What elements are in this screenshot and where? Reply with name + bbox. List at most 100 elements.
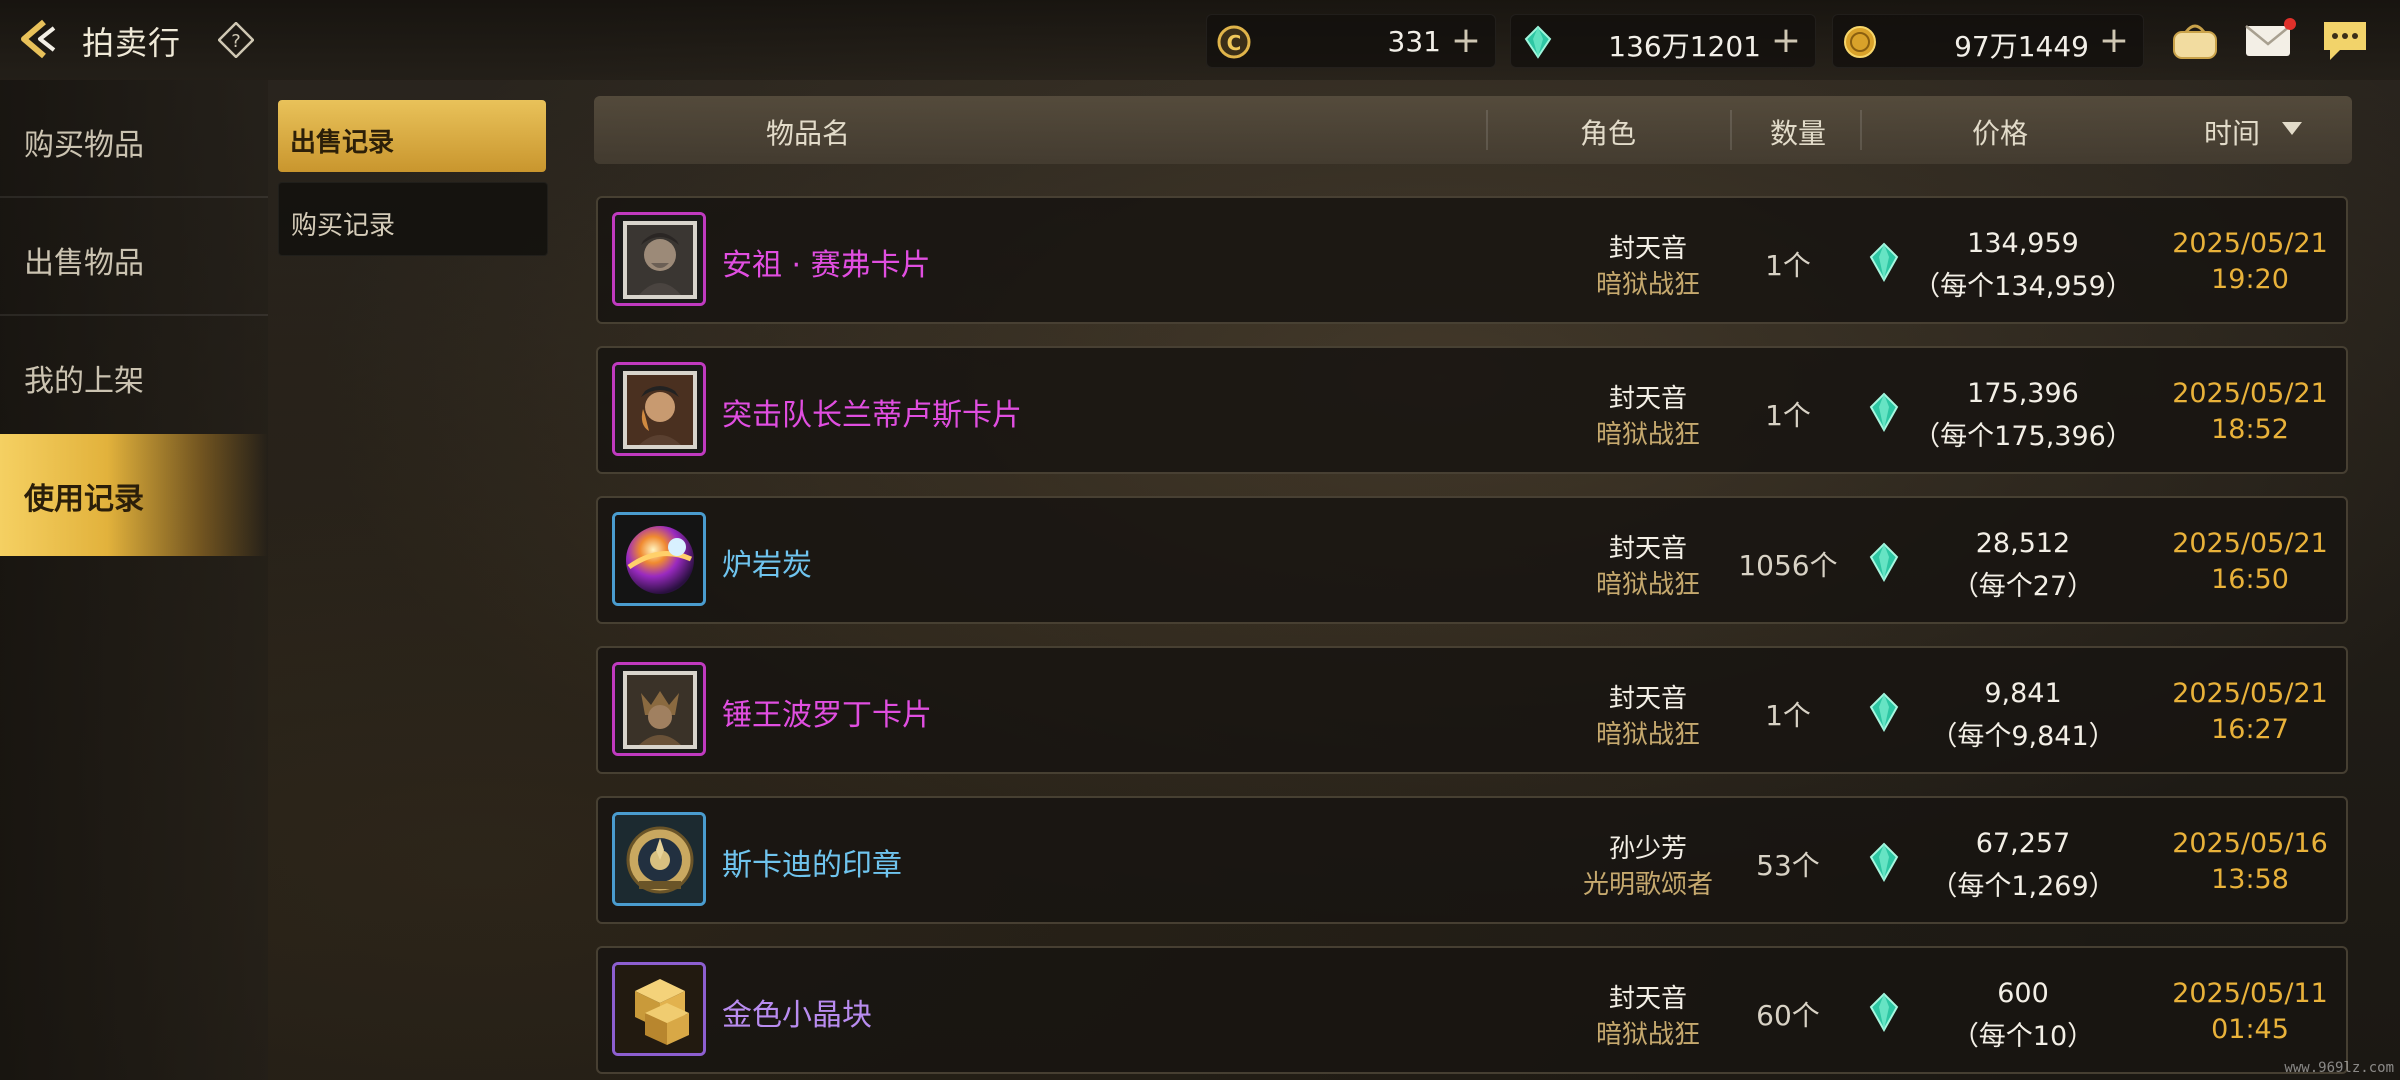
record-date: 2025/05/21 bbox=[2172, 528, 2328, 559]
tab-label: 出售记录 bbox=[290, 128, 395, 158]
item-name: 斯卡迪的印章 bbox=[722, 848, 902, 883]
item-thumbnail-icon[interactable] bbox=[612, 512, 706, 606]
unit-price: （每个10） bbox=[1951, 1021, 2095, 1052]
top-bar: 拍卖行 ? C 331 + 136万1201 + 97万1449 + bbox=[0, 0, 2400, 80]
record-date: 2025/05/21 bbox=[2172, 378, 2328, 409]
column-header-item: 物品名 bbox=[766, 117, 851, 150]
quantity: 60个 bbox=[1756, 999, 1820, 1032]
record-row[interactable]: 炉岩炭 封天音 暗狱战狂 1056个 28,512 （每个27） 2025/05/21 16:… bbox=[596, 496, 2348, 624]
column-divider bbox=[1486, 110, 1488, 150]
record-row[interactable]: 安祖 · 赛弗卡片 封天音暗狱战狂 1个 134,959 （每个134,959） 2025… bbox=[596, 196, 2348, 324]
character-class: 暗狱战狂 bbox=[1595, 420, 1700, 450]
unit-price: （每个9,841） bbox=[1930, 721, 2116, 752]
character-class: 暗狱战狂 bbox=[1595, 720, 1700, 750]
table-header: 物品名 角色 数量 价格 时间 bbox=[594, 96, 2352, 164]
quantity: 1个 bbox=[1765, 699, 1811, 732]
bag-icon[interactable] bbox=[2166, 14, 2224, 66]
item-thumbnail-icon[interactable] bbox=[612, 662, 706, 756]
record-row[interactable]: 金色小晶块 封天音 暗狱战狂 60个 600 （每个10） 2025/05/11 01:45 bbox=[596, 946, 2348, 1074]
record-date: 2025/05/21 bbox=[2172, 228, 2328, 259]
left-nav: 购买物品 出售物品 我的上架 使用记录 bbox=[0, 80, 268, 1080]
unit-price: （每个175,396） bbox=[1913, 421, 2133, 452]
back-arrow-icon[interactable] bbox=[14, 14, 64, 64]
character-name: 孙少芳 bbox=[1608, 834, 1687, 864]
record-time: 13:58 bbox=[2211, 864, 2289, 895]
record-time: 16:50 bbox=[2211, 564, 2289, 595]
nav-label: 使用记录 bbox=[24, 482, 144, 517]
column-header-time[interactable]: 时间 bbox=[2204, 112, 2260, 152]
svg-text:C: C bbox=[1227, 31, 1242, 55]
gold-coin-icon bbox=[1843, 25, 1877, 59]
green-gem-icon bbox=[1868, 692, 1900, 733]
tab-sell-records[interactable]: 出售记录 bbox=[278, 100, 546, 172]
nav-label: 出售物品 bbox=[24, 246, 144, 281]
nav-item-usage-records[interactable]: 使用记录 bbox=[0, 434, 268, 556]
item-thumbnail-icon[interactable] bbox=[612, 812, 706, 906]
item-thumbnail-icon[interactable] bbox=[612, 962, 706, 1056]
record-date: 2025/05/11 bbox=[2172, 978, 2328, 1009]
character-name: 封天音 bbox=[1608, 984, 1687, 1014]
nav-label: 我的上架 bbox=[24, 364, 144, 399]
column-header-role: 角色 bbox=[1580, 117, 1637, 150]
total-price: 175,396 bbox=[1967, 378, 2079, 409]
tab-label: 购买记录 bbox=[291, 211, 396, 241]
unit-price: （每个134,959） bbox=[1913, 271, 2133, 302]
total-price: 67,257 bbox=[1975, 828, 2071, 859]
character-name: 封天音 bbox=[1608, 384, 1687, 414]
add-gem-button[interactable]: + bbox=[1771, 21, 1801, 61]
nav-item-buy[interactable]: 购买物品 bbox=[0, 80, 268, 198]
currency-gem: 136万1201 + bbox=[1510, 14, 1816, 68]
column-header-price: 价格 bbox=[1972, 117, 2029, 150]
character-name: 封天音 bbox=[1608, 534, 1687, 564]
tab-buy-records[interactable]: 购买记录 bbox=[278, 182, 548, 256]
currency-gold: 97万1449 + bbox=[1832, 14, 2144, 68]
character-class: 光明歌颂者 bbox=[1582, 870, 1713, 900]
total-price: 134,959 bbox=[1967, 228, 2079, 259]
green-gem-icon bbox=[1868, 542, 1900, 583]
currency-value: 136万1201 bbox=[1608, 30, 1761, 63]
add-gold-button[interactable]: + bbox=[2099, 21, 2129, 61]
item-thumbnail-icon[interactable] bbox=[612, 212, 706, 306]
record-date: 2025/05/16 bbox=[2172, 828, 2328, 859]
unit-price: （每个27） bbox=[1951, 571, 2095, 602]
record-row[interactable]: 锤王波罗丁卡片 封天音 暗狱战狂 1个 9,841 （每个9,841） 2025/05/21… bbox=[596, 646, 2348, 774]
currency-value: 97万1449 bbox=[1954, 30, 2089, 63]
quantity: 1个 bbox=[1765, 399, 1811, 432]
currency-value: 331 bbox=[1387, 25, 1441, 58]
character-class: 暗狱战狂 bbox=[1595, 270, 1700, 300]
sort-down-icon[interactable] bbox=[2282, 122, 2302, 135]
item-name: 安祖 · 赛弗卡片 bbox=[722, 248, 931, 283]
record-time: 18:52 bbox=[2211, 414, 2289, 445]
c-coin-icon: C bbox=[1217, 25, 1251, 59]
unit-price: （每个1,269） bbox=[1930, 871, 2116, 902]
green-gem-icon bbox=[1868, 392, 1900, 433]
quantity: 53个 bbox=[1756, 849, 1820, 882]
record-row[interactable]: 斯卡迪的印章 孙少芳光明歌颂者 53个 67,257 （每个1,269） 2025/05/… bbox=[596, 796, 2348, 924]
item-name: 锤王波罗丁卡片 bbox=[722, 698, 932, 733]
chat-icon[interactable] bbox=[2316, 14, 2374, 66]
character-name: 封天音 bbox=[1608, 684, 1687, 714]
help-icon[interactable]: ? bbox=[217, 21, 255, 59]
total-price: 600 bbox=[1997, 978, 2049, 1009]
record-row[interactable]: 突击队长兰蒂卢斯卡片 封天音暗狱战狂 1个 175,396 （每个175,396） 202… bbox=[596, 346, 2348, 474]
item-name: 炉岩炭 bbox=[722, 548, 812, 583]
record-time: 16:27 bbox=[2211, 714, 2289, 745]
total-price: 28,512 bbox=[1975, 528, 2071, 559]
add-c-coin-button[interactable]: + bbox=[1451, 21, 1481, 61]
record-time: 01:45 bbox=[2211, 1014, 2289, 1045]
green-gem-icon bbox=[1868, 992, 1900, 1033]
item-name: 金色小晶块 bbox=[722, 998, 872, 1033]
nav-item-sell[interactable]: 出售物品 bbox=[0, 198, 268, 316]
character-name: 封天音 bbox=[1608, 234, 1687, 264]
nav-label: 购买物品 bbox=[24, 128, 144, 163]
item-name: 突击队长兰蒂卢斯卡片 bbox=[722, 398, 1022, 433]
svg-text:?: ? bbox=[231, 31, 241, 52]
green-gem-icon bbox=[1868, 842, 1900, 883]
currency-c-coin: C 331 + bbox=[1206, 14, 1496, 68]
quantity: 1个 bbox=[1765, 249, 1811, 282]
item-thumbnail-icon[interactable] bbox=[612, 362, 706, 456]
mail-icon[interactable] bbox=[2240, 14, 2298, 66]
nav-item-my-listings[interactable]: 我的上架 bbox=[0, 316, 268, 432]
watermark: www.969lz.com bbox=[2284, 1060, 2394, 1076]
green-gem-icon bbox=[1521, 25, 1555, 59]
